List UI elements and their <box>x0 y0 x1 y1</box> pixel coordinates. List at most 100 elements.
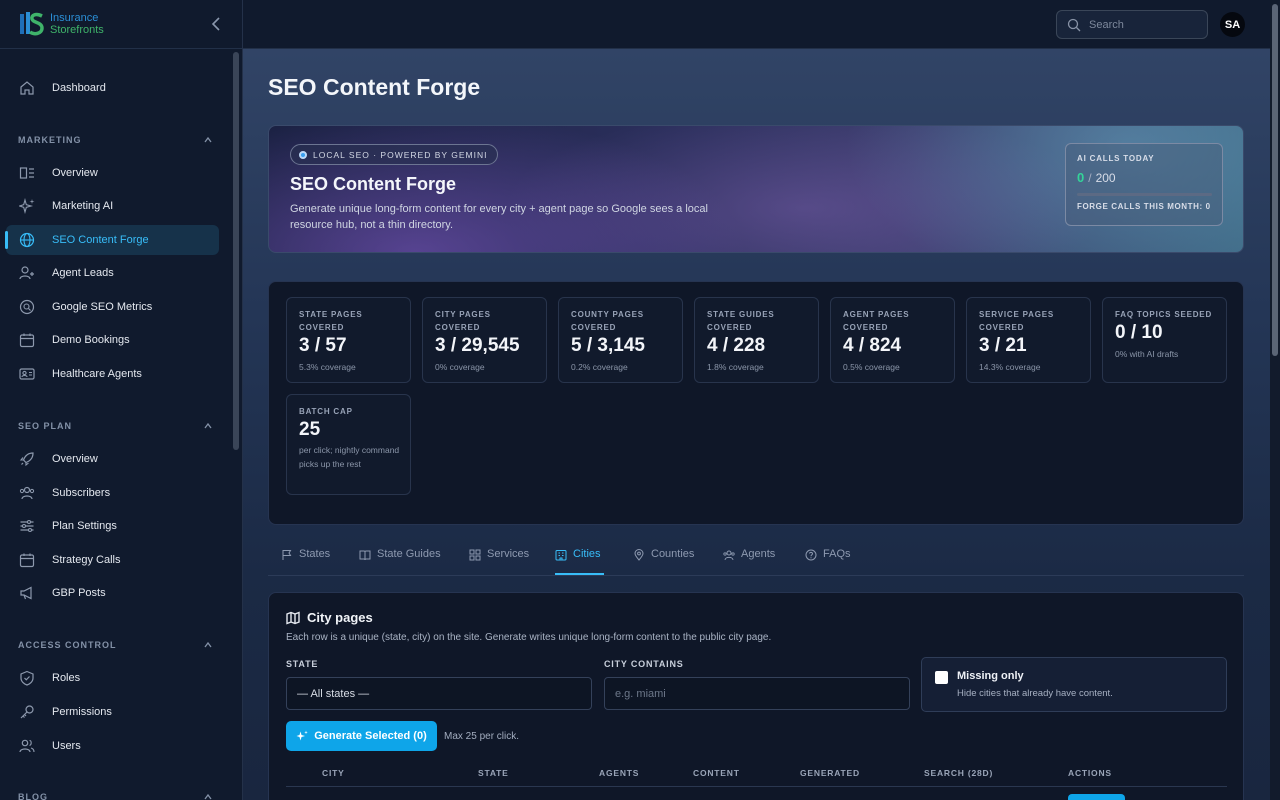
search-input[interactable] <box>1089 18 1199 31</box>
missing-only-checkbox[interactable] <box>935 671 948 684</box>
sidebar-scrollbar[interactable] <box>233 52 239 450</box>
stat-value: 5 / 3,145 <box>571 335 645 356</box>
collapse-sidebar-icon[interactable] <box>207 14 225 34</box>
stat-value: 3 / 21 <box>979 335 1027 356</box>
stat-label: STATE GUIDES COVERED <box>707 310 775 332</box>
stat-value: 4 / 824 <box>843 335 902 356</box>
sidebar-section-blog[interactable]: BLOG <box>18 792 213 800</box>
sidebar-section-seo-plan[interactable]: SEO PLAN <box>18 421 213 431</box>
stat-label: AGENT PAGES COVERED <box>843 310 910 332</box>
sidebar-item-subscribers[interactable]: Subscribers <box>6 478 219 508</box>
cities-table-header: CITY STATE AGENTS CONTENT GENERATED SEAR… <box>286 765 1227 787</box>
generate-selected-button[interactable]: Generate Selected (0) <box>286 721 437 751</box>
panel-description: Each row is a unique (state, city) on th… <box>286 632 772 643</box>
sidebar-item-label: Agent Leads <box>52 267 114 279</box>
sidebar: Insurance Storefronts Dashboard MARKETIN… <box>0 0 243 800</box>
sidebar-item-demo-bookings[interactable]: Demo Bookings <box>6 325 219 355</box>
avatar[interactable]: SA <box>1220 12 1245 37</box>
sidebar-item-label: SEO Content Forge <box>52 234 149 246</box>
generate-note: Max 25 per click. <box>444 731 520 742</box>
sidebar-section-marketing[interactable]: MARKETING <box>18 135 213 145</box>
sidebar-item-marketing-overview[interactable]: Overview <box>6 158 219 188</box>
tab-cities[interactable]: Cities <box>555 548 604 575</box>
sidebar-item-label: Users <box>52 740 81 752</box>
sidebar-item-label: Subscribers <box>52 487 111 499</box>
status-dot-icon <box>299 150 307 159</box>
stat-sub: 5.3% coverage <box>299 362 356 372</box>
sidebar-section-access-control[interactable]: ACCESS CONTROL <box>18 640 213 650</box>
sidebar-item-label: Overview <box>52 167 98 179</box>
stat-card: FAQ TOPICS SEEDED 0 / 10 0% with AI draf… <box>1102 297 1227 383</box>
tab-faqs[interactable]: FAQs <box>805 548 851 575</box>
flag-icon <box>282 550 292 560</box>
tab-services[interactable]: Services <box>469 548 529 575</box>
column-header-search-28d[interactable]: SEARCH (28D) <box>924 768 993 778</box>
stat-value: 25 <box>299 419 321 440</box>
sidebar-item-gbp-posts[interactable]: GBP Posts <box>6 578 219 608</box>
sparkles-icon <box>18 197 36 215</box>
tab-states[interactable]: States <box>281 548 330 575</box>
sidebar-item-seo-content-forge[interactable]: SEO Content Forge <box>5 225 219 255</box>
column-header-city[interactable]: CITY <box>322 768 345 778</box>
sidebar-item-seo-plan-overview[interactable]: Overview <box>6 444 219 474</box>
column-header-content[interactable]: CONTENT <box>693 768 740 778</box>
users-icon <box>723 550 735 561</box>
tab-counties[interactable]: Counties <box>633 548 694 575</box>
city-contains-input[interactable] <box>604 677 910 710</box>
coverage-stats: STATE PAGES COVERED 3 / 57 5.3% coverage… <box>268 281 1244 525</box>
stat-card: SERVICE PAGES COVERED 3 / 21 14.3% cover… <box>966 297 1091 383</box>
stat-sub: 0.2% coverage <box>571 362 628 372</box>
sparkles-icon <box>296 730 309 741</box>
tab-label: Cities <box>573 548 601 560</box>
column-header-state[interactable]: STATE <box>478 768 509 778</box>
sidebar-item-strategy-calls[interactable]: Strategy Calls <box>6 545 219 575</box>
sidebar-item-label: Google SEO Metrics <box>52 301 153 313</box>
panel-title-text: City pages <box>307 610 373 625</box>
help-circle-icon <box>805 549 817 561</box>
map-icon <box>286 610 300 625</box>
forge-month-value: 0 <box>1205 202 1211 211</box>
state-filter-label: STATE <box>286 659 319 669</box>
sidebar-item-permissions[interactable]: Permissions <box>6 697 219 727</box>
page-scrollbar[interactable] <box>1270 0 1280 800</box>
column-header-agents[interactable]: AGENTS <box>599 768 639 778</box>
forge-month-label: FORGE CALLS THIS MONTH: <box>1077 202 1203 211</box>
sidebar-item-roles[interactable]: Roles <box>6 663 219 693</box>
home-icon <box>18 79 36 97</box>
shield-icon <box>18 669 36 687</box>
sidebar-item-label: Permissions <box>52 706 112 718</box>
users-icon <box>18 484 36 502</box>
sidebar-item-healthcare-agents[interactable]: Healthcare Agents <box>6 359 219 389</box>
logo[interactable]: Insurance Storefronts <box>18 10 106 38</box>
missing-only-toggle[interactable]: Missing only Hide cities that already ha… <box>921 657 1227 712</box>
sidebar-item-label: Overview <box>52 453 98 465</box>
tab-label: State Guides <box>377 548 441 560</box>
stat-label: FAQ TOPICS SEEDED <box>1115 310 1213 319</box>
building-icon <box>555 550 567 561</box>
stat-label: SERVICE PAGES COVERED <box>979 310 1055 332</box>
panel-title: City pages <box>286 610 373 625</box>
sidebar-item-plan-settings[interactable]: Plan Settings <box>6 511 219 541</box>
sidebar-item-google-seo-metrics[interactable]: Google SEO Metrics <box>6 292 219 322</box>
sidebar-item-marketing-ai[interactable]: Marketing AI <box>6 191 219 221</box>
users-icon <box>18 737 36 755</box>
stat-label: COUNTY PAGES COVERED <box>571 310 644 332</box>
tab-state-guides[interactable]: State Guides <box>359 548 441 575</box>
content-tabs: States State Guides Services Cities Coun… <box>268 538 1244 576</box>
hero-description: Generate unique long-form content for ev… <box>290 203 708 231</box>
key-icon <box>18 703 36 721</box>
ai-calls-limit: 200 <box>1095 171 1116 185</box>
state-select[interactable]: — All states — <box>286 677 592 710</box>
search-box[interactable] <box>1056 10 1208 39</box>
row-action-button[interactable] <box>1068 794 1125 800</box>
logo-line2: Storefronts <box>50 24 104 36</box>
sidebar-item-dashboard[interactable]: Dashboard <box>6 73 219 103</box>
stat-sub: 0.5% coverage <box>843 362 900 372</box>
tab-agents[interactable]: Agents <box>723 548 775 575</box>
page-scrollbar-thumb[interactable] <box>1272 4 1278 356</box>
ai-calls-card: AI CALLS TODAY 0/200 FORGE CALLS THIS MO… <box>1065 143 1223 226</box>
column-header-generated[interactable]: GENERATED <box>800 768 860 778</box>
sidebar-item-users[interactable]: Users <box>6 731 219 761</box>
sidebar-item-agent-leads[interactable]: Agent Leads <box>6 258 219 288</box>
ai-calls-separator: / <box>1088 171 1092 185</box>
